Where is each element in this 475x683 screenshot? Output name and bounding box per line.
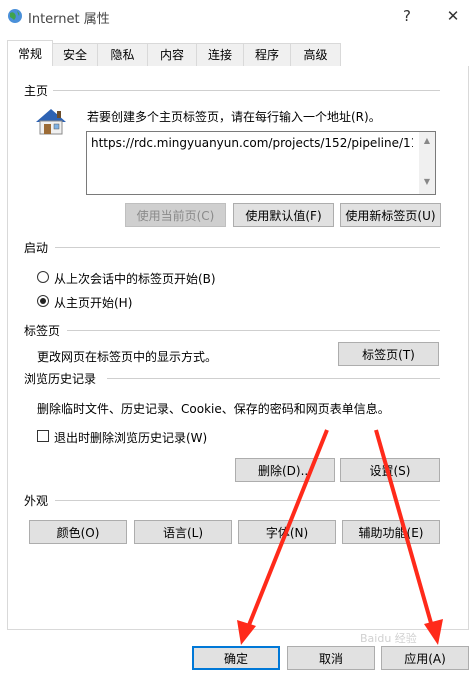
delete-on-exit-label: 退出时删除浏览历史记录(W) [54,431,208,445]
tabs-description: 更改网页在标签页中的显示方式。 [37,350,218,364]
history-section-title: 浏览历史记录 [24,372,97,386]
close-button[interactable]: ✕ [440,6,466,26]
house-icon [36,109,66,135]
delete-on-exit-checkbox[interactable] [37,430,49,442]
apply-button[interactable]: 应用(A) [381,646,469,670]
tabs-settings-button[interactable]: 标签页(T) [338,342,439,366]
accessibility-button[interactable]: 辅助功能(E) [342,520,440,544]
window-title: Internet 属性 [28,12,110,27]
tab-security[interactable]: 安全 [52,43,98,66]
history-settings-button[interactable]: 设置(S) [340,458,440,482]
cancel-button[interactable]: 取消 [287,646,375,670]
scroll-down-icon[interactable]: ▼ [419,177,435,186]
tab-general[interactable]: 常规 [7,40,53,68]
colors-button[interactable]: 颜色(O) [29,520,127,544]
tab-privacy[interactable]: 隐私 [97,43,148,66]
startup-section-title: 启动 [24,241,49,255]
tabs-section-title: 标签页 [24,324,61,338]
radio-last-session-label: 从上次会话中的标签页开始(B) [54,272,216,286]
appearance-section-title: 外观 [24,494,49,508]
history-divider [107,378,440,379]
radio-home-page[interactable] [37,295,49,307]
appearance-divider [55,500,440,501]
internet-globe-icon [8,9,22,23]
tab-programs[interactable]: 程序 [243,43,291,66]
use-new-tab-button[interactable]: 使用新标签页(U) [340,203,441,227]
tabs-divider [67,330,440,331]
homepage-divider [53,90,440,91]
startup-divider [55,247,440,248]
scroll-up-icon[interactable]: ▲ [419,136,435,145]
history-description: 删除临时文件、历史记录、Cookie、保存的密码和网页表单信息。 [37,402,390,416]
homepage-url-text: https://rdc.mingyuanyun.com/projects/152… [91,136,413,150]
homepage-section-title: 主页 [24,84,49,98]
delete-history-button[interactable]: 删除(D)... [235,458,335,482]
fonts-button[interactable]: 字体(N) [238,520,336,544]
watermark: Baidu 经验 [360,632,417,645]
help-button[interactable]: ? [394,6,420,26]
radio-last-session[interactable] [37,271,49,283]
tab-advanced[interactable]: 高级 [290,43,341,66]
use-default-button[interactable]: 使用默认值(F) [233,203,334,227]
radio-home-page-label: 从主页开始(H) [54,296,133,310]
languages-button[interactable]: 语言(L) [134,520,232,544]
use-current-button[interactable]: 使用当前页(C) [125,203,226,227]
tab-connections[interactable]: 连接 [196,43,244,66]
ok-button[interactable]: 确定 [192,646,280,670]
tab-content[interactable]: 内容 [147,43,197,66]
homepage-instruction: 若要创建多个主页标签页，请在每行输入一个地址(R)。 [87,110,381,124]
url-scrollbar[interactable]: ▲ ▼ [419,132,435,194]
